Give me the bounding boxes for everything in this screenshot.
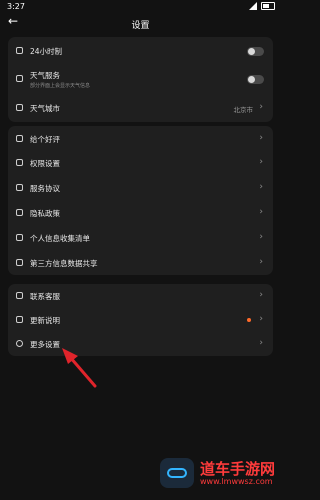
document-icon — [16, 184, 23, 191]
lock-icon — [16, 209, 23, 216]
chevron-right-icon: › — [259, 290, 263, 300]
weather-service-subtitle: 部分界面上会显示天气信息 — [30, 83, 91, 89]
chevron-right-icon: › — [259, 207, 263, 217]
status-time: 3:27 — [7, 2, 25, 11]
service-agreement-row[interactable]: 服务协议 › — [8, 175, 273, 200]
about-card: 给个好评 › 权限设置 › 服务协议 › 隐私政策 › 个人信息收集清单 › 第… — [8, 126, 273, 275]
update-notes-label: 更新说明 — [30, 316, 60, 325]
contact-support-label: 联系客服 — [30, 292, 60, 301]
chevron-right-icon: › — [259, 314, 263, 324]
weather-service-row[interactable]: 天气服务 部分界面上会显示天气信息 — [8, 65, 273, 93]
clock-format-label: 24小时制 — [30, 47, 63, 56]
third-party-sharing-row[interactable]: 第三方信息数据共享 › — [8, 250, 273, 275]
status-icons — [249, 2, 275, 10]
privacy-policy-label: 隐私政策 — [30, 209, 60, 218]
signal-icon — [249, 2, 257, 10]
personal-info-list-row[interactable]: 个人信息收集清单 › — [8, 225, 273, 250]
clock-format-toggle[interactable] — [247, 47, 264, 56]
permission-settings-label: 权限设置 — [30, 159, 60, 168]
chat-icon — [16, 292, 23, 299]
support-card: 联系客服 › 更新说明 › 更多设置 › — [8, 284, 273, 356]
more-settings-label: 更多设置 — [30, 340, 60, 349]
share-document-icon — [16, 259, 23, 266]
toggle-knob — [248, 76, 255, 83]
clock-format-row[interactable]: 24小时制 — [8, 37, 273, 65]
notes-icon — [16, 316, 23, 323]
chevron-right-icon: › — [259, 133, 263, 143]
more-settings-row[interactable]: 更多设置 › — [8, 332, 273, 356]
contact-support-row[interactable]: 联系客服 › — [8, 284, 273, 308]
weather-service-label: 天气服务 — [30, 71, 60, 80]
permission-settings-row[interactable]: 权限设置 › — [8, 150, 273, 175]
privacy-policy-row[interactable]: 隐私政策 › — [8, 200, 273, 225]
watermark-url: www.lmwwsz.com — [200, 476, 273, 486]
watermark-text: 道车手游网 www.lmwwsz.com — [200, 461, 275, 486]
weather-icon — [16, 75, 23, 82]
header: ← 设置 — [0, 12, 281, 34]
chevron-right-icon: › — [259, 182, 263, 192]
new-update-dot — [247, 318, 251, 322]
battery-icon — [261, 2, 275, 10]
thumbs-up-icon — [16, 135, 23, 142]
weather-city-value: 北京市 — [233, 106, 254, 114]
city-icon — [16, 104, 23, 111]
toggle-knob — [248, 48, 255, 55]
chevron-right-icon: › — [259, 102, 263, 112]
personal-info-list-label: 个人信息收集清单 — [30, 234, 90, 243]
clock-icon — [16, 47, 23, 54]
chevron-right-icon: › — [259, 338, 263, 348]
rate-app-row[interactable]: 给个好评 › — [8, 126, 273, 150]
service-agreement-label: 服务协议 — [30, 184, 60, 193]
chevron-right-icon: › — [259, 232, 263, 242]
third-party-sharing-label: 第三方信息数据共享 — [30, 259, 98, 268]
update-notes-row[interactable]: 更新说明 › — [8, 308, 273, 332]
weather-city-label: 天气城市 — [30, 104, 60, 113]
page-title: 设置 — [131, 21, 150, 31]
chevron-right-icon: › — [259, 257, 263, 267]
user-list-icon — [16, 234, 23, 241]
weather-city-row[interactable]: 天气城市 北京市 › — [8, 93, 273, 122]
chevron-right-icon: › — [259, 157, 263, 167]
more-settings-icon — [16, 340, 23, 347]
general-settings-card: 24小时制 天气服务 部分界面上会显示天气信息 天气城市 北京市 › — [8, 37, 273, 122]
shield-icon — [16, 159, 23, 166]
watermark-name: 道车手游网 — [200, 459, 276, 478]
weather-service-toggle[interactable] — [247, 75, 264, 84]
car-logo-icon — [160, 458, 194, 488]
rate-app-label: 给个好评 — [30, 135, 60, 144]
watermark-logo: 道车手游网 www.lmwwsz.com — [160, 458, 275, 488]
